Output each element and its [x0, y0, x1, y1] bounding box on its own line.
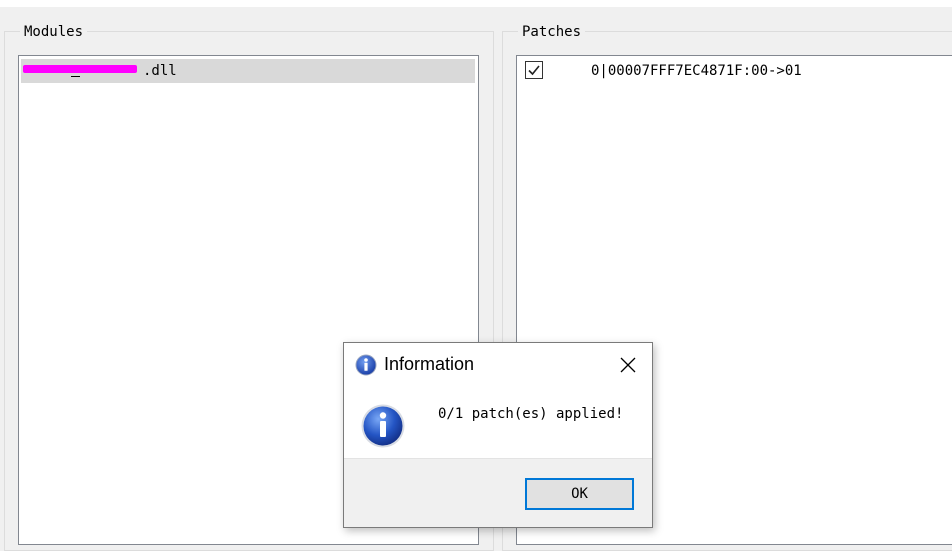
close-icon[interactable]	[618, 355, 638, 375]
checkmark-icon	[528, 65, 540, 76]
ok-button[interactable]: OK	[525, 478, 634, 510]
patch-checkbox[interactable]	[525, 61, 543, 79]
redacted-module-name	[23, 65, 137, 73]
patches-group-label: Patches	[518, 23, 586, 41]
top-strip	[0, 0, 952, 7]
information-dialog: Information 0/1 patch(es) applied! OK	[343, 342, 653, 528]
info-icon	[355, 354, 377, 380]
dialog-title: Information	[384, 354, 475, 374]
module-name-suffix: .dll	[143, 63, 177, 79]
redaction-artifact	[71, 76, 80, 77]
dialog-footer: OK	[344, 458, 652, 527]
dialog-message: 0/1 patch(es) applied!	[438, 406, 624, 422]
modules-group-label: Modules	[20, 23, 88, 41]
info-large-icon	[360, 403, 406, 453]
patch-text: 0|00007FFF7EC4871F:00->01	[591, 63, 802, 79]
module-list-item[interactable]: .dll	[21, 59, 475, 83]
